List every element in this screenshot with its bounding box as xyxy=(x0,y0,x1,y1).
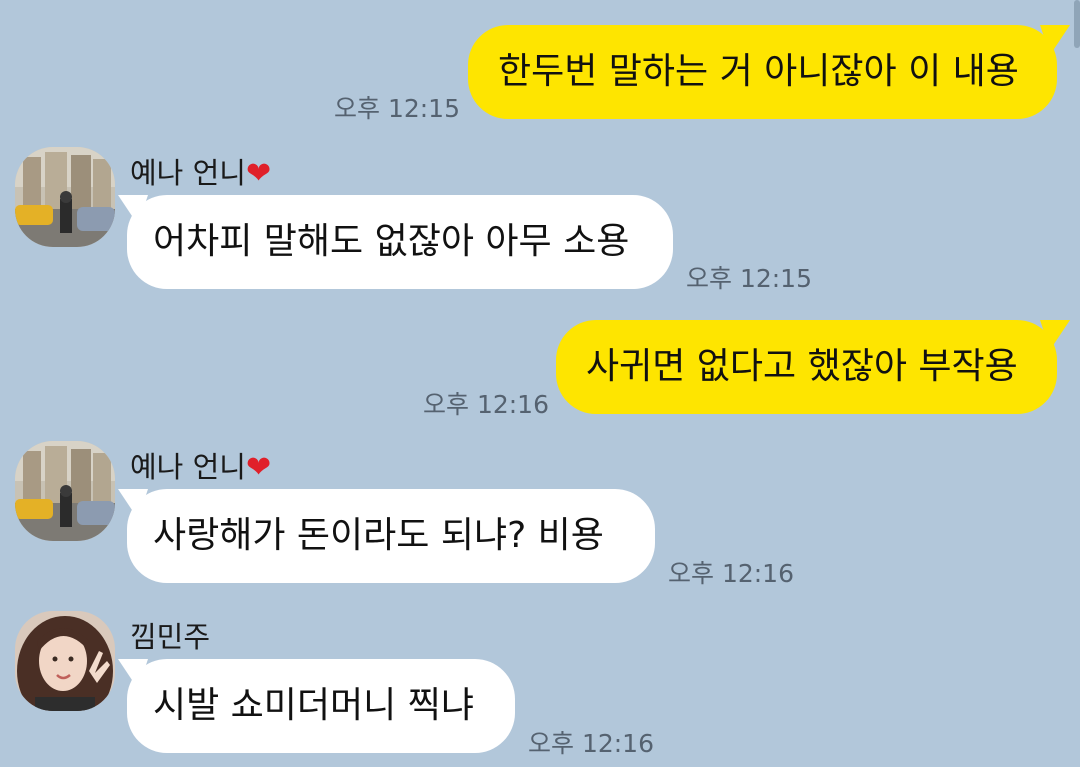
heart-icon: ❤ xyxy=(245,156,272,191)
bubble-tail xyxy=(1040,25,1070,55)
sender-name: 낌민주 xyxy=(130,620,211,654)
bubble-tail xyxy=(1040,320,1070,350)
incoming-message-bubble[interactable]: 사랑해가 돈이라도 되냐? 비용 xyxy=(127,489,655,583)
message-timestamp: 오후 12:16 xyxy=(668,559,794,588)
message-text: 시발 쇼미더머니 찍냐 xyxy=(153,685,474,726)
message-text: 사랑해가 돈이라도 되냐? 비용 xyxy=(153,515,604,556)
avatar-yena[interactable] xyxy=(15,441,115,541)
message-timestamp: 오후 12:16 xyxy=(423,390,549,419)
chat-room: 한두번 말하는 거 아니잖아 이 내용 오후 12:15 예나 언니❤ 어차피 … xyxy=(0,0,1080,767)
bubble-tail xyxy=(118,489,148,519)
message-timestamp: 오후 12:15 xyxy=(334,94,460,123)
message-timestamp: 오후 12:15 xyxy=(686,264,812,293)
street-photo-avatar-image xyxy=(15,147,115,247)
message-text: 어차피 말해도 없잖아 아무 소용 xyxy=(153,221,630,262)
bubble-tail xyxy=(118,195,148,225)
selfie-avatar-image xyxy=(15,611,115,711)
message-text: 사귀면 없다고 했잖아 부작용 xyxy=(586,346,1018,387)
street-photo-avatar-image xyxy=(15,441,115,541)
incoming-message-bubble[interactable]: 시발 쇼미더머니 찍냐 xyxy=(127,659,515,753)
incoming-message-bubble[interactable]: 어차피 말해도 없잖아 아무 소용 xyxy=(127,195,673,289)
heart-icon: ❤ xyxy=(245,450,272,485)
sender-name: 예나 언니❤ xyxy=(130,156,272,191)
message-timestamp: 오후 12:16 xyxy=(528,729,654,758)
outgoing-message-bubble[interactable]: 한두번 말하는 거 아니잖아 이 내용 xyxy=(468,25,1057,119)
message-text: 한두번 말하는 거 아니잖아 이 내용 xyxy=(498,51,1019,92)
avatar-yena[interactable] xyxy=(15,147,115,247)
outgoing-message-bubble[interactable]: 사귀면 없다고 했잖아 부작용 xyxy=(556,320,1057,414)
avatar-minju[interactable] xyxy=(15,611,115,711)
scrollbar[interactable] xyxy=(1074,0,1080,48)
bubble-tail xyxy=(118,659,148,689)
sender-name: 예나 언니❤ xyxy=(130,450,272,485)
